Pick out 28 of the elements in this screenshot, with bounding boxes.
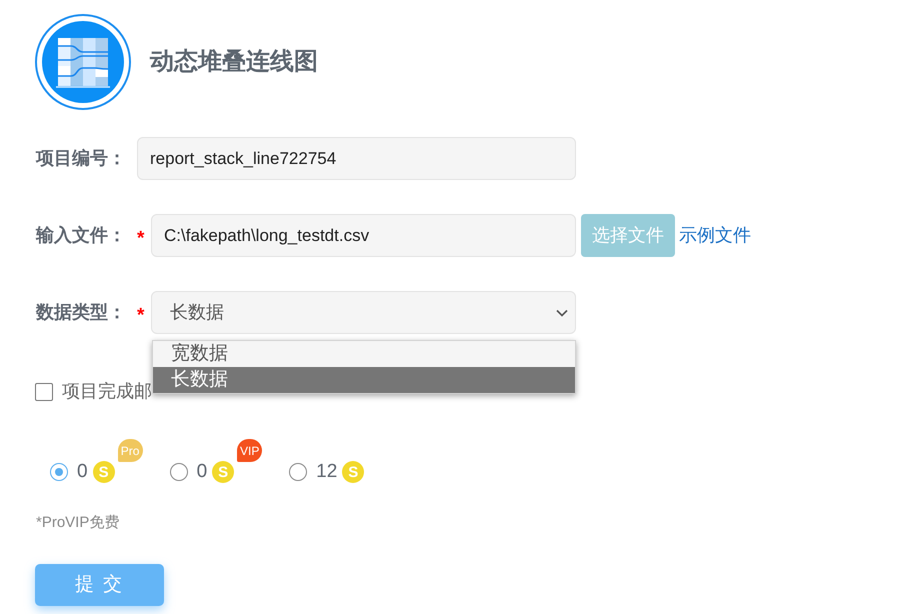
stacked-chart-logo-icon <box>35 14 131 110</box>
file-path-field[interactable]: C:\fakepath\long_testdt.csv <box>151 214 576 257</box>
coin-icon: S <box>342 461 364 484</box>
price-label: 0 <box>196 460 208 484</box>
plan-tag: VIP <box>237 439 262 462</box>
radio-button[interactable] <box>289 463 308 482</box>
notify-checkbox[interactable] <box>35 382 53 400</box>
radio-button[interactable] <box>50 463 68 482</box>
dropdown-option[interactable]: 长数据 <box>153 367 575 393</box>
price-label: 12 <box>316 460 338 484</box>
project-id-field[interactable]: report_stack_line722754 <box>137 137 576 180</box>
sample-file-link[interactable]: 示例文件 <box>679 222 751 249</box>
price-label: 0 <box>77 460 88 484</box>
field-label: 项目编号： <box>35 147 127 170</box>
data-type-select[interactable]: 长数据 <box>151 291 576 334</box>
checkbox-label: 项目完成邮 <box>62 380 152 403</box>
field-label: 输入文件： <box>35 224 127 247</box>
pricing-note: *ProVIP免费 <box>35 512 120 532</box>
plan-tag: Pro <box>118 439 143 462</box>
coin-icon: S <box>212 461 234 484</box>
chevron-icon <box>556 308 568 316</box>
dropdown-option[interactable]: 宽数据 <box>153 341 575 367</box>
radio-button[interactable] <box>170 463 188 482</box>
page-title: 动态堆叠连线图 <box>150 47 318 77</box>
required-mark: * <box>137 229 146 248</box>
required-mark: * <box>137 306 146 325</box>
coin-icon: S <box>92 461 115 484</box>
field-label: 数据类型： <box>35 301 127 324</box>
